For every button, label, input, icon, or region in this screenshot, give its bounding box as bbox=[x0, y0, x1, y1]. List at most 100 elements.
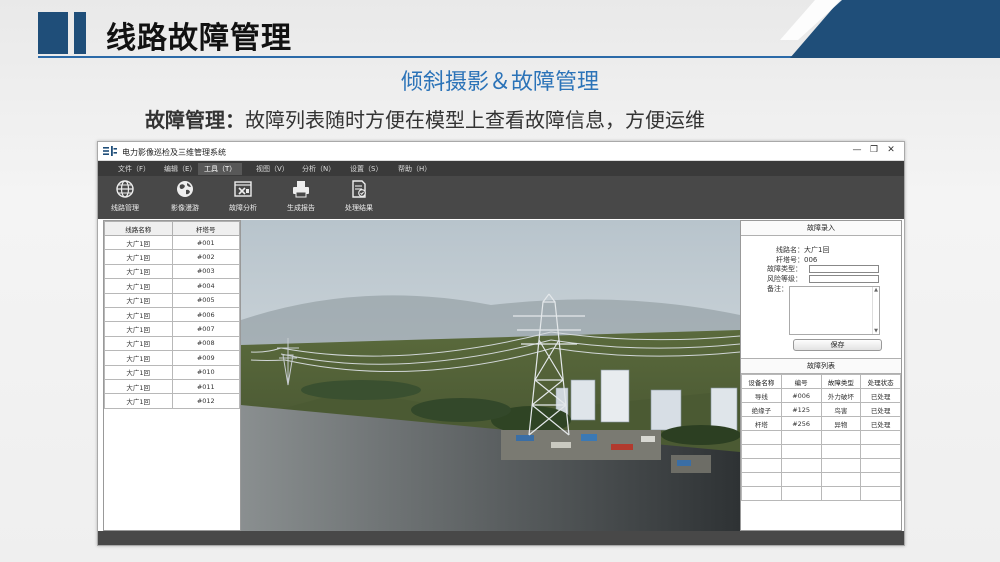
tower-no-cell: #001 bbox=[171, 234, 240, 251]
table-row[interactable] bbox=[741, 458, 901, 473]
line-name-cell: 大广1回 bbox=[104, 350, 173, 366]
status-cell: 已处理 bbox=[860, 388, 901, 403]
status-cell bbox=[860, 444, 901, 459]
menu-analysis[interactable]: 分析（N） bbox=[296, 163, 341, 175]
table-row[interactable]: 大广1回 #005 bbox=[104, 292, 240, 308]
column-header-device[interactable]: 设备名称 bbox=[741, 374, 782, 389]
3d-model-view[interactable] bbox=[241, 220, 740, 531]
fault-type-cell bbox=[820, 430, 862, 445]
table-row[interactable]: 大广1回 #001 bbox=[104, 234, 240, 251]
tower-no-cell: #003 bbox=[171, 263, 240, 280]
table-row[interactable]: 导线 #006 外力破坏 已处理 bbox=[741, 388, 901, 403]
number-cell: #256 bbox=[780, 416, 822, 431]
table-row[interactable]: 杆塔 #256 异物 已处理 bbox=[741, 416, 901, 431]
tower-no-label: 杆塔号： bbox=[776, 256, 804, 264]
line-name-cell: 大广1回 bbox=[104, 364, 173, 380]
menu-help[interactable]: 帮助（H） bbox=[392, 163, 437, 175]
table-row[interactable]: 大广1回 #002 bbox=[104, 249, 240, 265]
tower-no-cell: #009 bbox=[171, 350, 240, 366]
table-row[interactable]: 大广1回 #012 bbox=[104, 393, 240, 409]
column-header-number[interactable]: 编号 bbox=[780, 374, 822, 389]
column-header-tower-no[interactable]: 杆塔号 bbox=[171, 221, 240, 236]
scroll-up-icon[interactable]: ▲ bbox=[873, 287, 879, 293]
table-row[interactable]: 绝缘子 #125 鸟害 已处理 bbox=[741, 402, 901, 417]
tool-process-result[interactable]: 处理结果 bbox=[334, 179, 384, 213]
tool-label: 故障分析 bbox=[229, 204, 257, 212]
table-row[interactable]: 大广1回 #009 bbox=[104, 350, 240, 366]
slide-title: 线路故障管理 bbox=[106, 21, 292, 56]
fault-list-table: 设备名称 编号 故障类型 处理状态 导线 #006 外力破坏 已处理 绝缘子 #125 鸟… bbox=[741, 374, 901, 501]
table-row[interactable] bbox=[741, 430, 901, 445]
scroll-down-icon[interactable]: ▼ bbox=[873, 328, 879, 334]
minimize-button[interactable]: — bbox=[850, 145, 864, 155]
tool-label: 线路管理 bbox=[111, 204, 139, 212]
table-row[interactable]: 大广1回 #010 bbox=[104, 364, 240, 380]
table-row[interactable]: 大广1回 #004 bbox=[104, 278, 240, 294]
table-row[interactable] bbox=[741, 486, 901, 501]
printer-icon bbox=[293, 181, 309, 198]
tower-no-cell: #004 bbox=[171, 278, 240, 294]
line-name-cell: 大广1回 bbox=[104, 234, 173, 251]
tool-image-roam[interactable]: 影像漫游 bbox=[160, 179, 210, 213]
corner-decoration bbox=[780, 0, 1000, 58]
fault-panel: 故障录入 线路名：大广1回 杆塔号：006 故障类型： 风险等级： 备注： ▲ … bbox=[740, 220, 902, 531]
fault-entry-form: 线路名：大广1回 杆塔号：006 故障类型： 风险等级： 备注： ▲ ▼ 保存 bbox=[741, 236, 901, 359]
number-cell bbox=[780, 458, 822, 473]
line-name-cell: 大广1回 bbox=[104, 249, 173, 265]
table-row[interactable]: 大广1回 #003 bbox=[104, 263, 240, 280]
table-row[interactable] bbox=[741, 444, 901, 459]
risk-level-field[interactable] bbox=[809, 275, 879, 283]
number-cell bbox=[780, 430, 822, 445]
tool-generate-report[interactable]: 生成报告 bbox=[276, 179, 326, 213]
column-header-fault-type[interactable]: 故障类型 bbox=[820, 374, 862, 389]
menu-edit[interactable]: 编辑（E） bbox=[158, 163, 202, 175]
table-row[interactable]: 大广1回 #007 bbox=[104, 321, 240, 337]
device-cell bbox=[741, 458, 782, 473]
document-check-icon bbox=[352, 180, 366, 198]
status-bar bbox=[98, 531, 904, 545]
fault-type-cell bbox=[820, 444, 862, 459]
maximize-button[interactable]: ❐ bbox=[867, 145, 881, 155]
device-cell: 导线 bbox=[741, 388, 782, 403]
table-row[interactable] bbox=[741, 472, 901, 487]
table-row[interactable]: 大广1回 #006 bbox=[104, 306, 240, 323]
menu-view[interactable]: 视图（V） bbox=[250, 163, 295, 175]
tool-fault-analysis[interactable]: 故障分析 bbox=[218, 179, 268, 213]
app-window: 电力影像巡检及三维管理系统 — ❐ ✕ 文件（F） 编辑（E） 工具（T） 视图… bbox=[97, 141, 905, 546]
line-name-row: 线路名：大广1回 bbox=[776, 245, 829, 255]
device-cell bbox=[741, 444, 782, 459]
column-header-status[interactable]: 处理状态 bbox=[860, 374, 901, 389]
menu-file[interactable]: 文件（F） bbox=[112, 163, 156, 175]
line-tower-panel: 线路名称 杆塔号 大广1回 #001 大广1回 #002 大广1回 #003 大广1回… bbox=[103, 220, 241, 531]
column-header-line-name[interactable]: 线路名称 bbox=[104, 221, 173, 236]
close-button[interactable]: ✕ bbox=[884, 145, 898, 155]
device-cell bbox=[741, 472, 782, 487]
earth-roam-icon bbox=[177, 181, 193, 197]
status-cell bbox=[860, 458, 901, 473]
number-cell: #125 bbox=[780, 402, 822, 417]
table-row[interactable]: 大广1回 #011 bbox=[104, 378, 240, 395]
tool-label: 处理结果 bbox=[345, 204, 373, 212]
menu-tools[interactable]: 工具（T） bbox=[198, 163, 243, 175]
toolbar: 线路管理 影像漫游 故障分析 生成报告 处理结果 bbox=[98, 176, 904, 219]
status-cell: 已处理 bbox=[860, 416, 901, 431]
notes-label: 备注： bbox=[767, 285, 788, 293]
notes-scrollbar[interactable]: ▲ ▼ bbox=[872, 287, 879, 334]
save-button[interactable]: 保存 bbox=[793, 339, 882, 351]
line-name-cell: 大广1回 bbox=[104, 393, 173, 409]
line-name-cell: 大广1回 bbox=[104, 278, 173, 294]
tower-no-cell: #011 bbox=[171, 378, 240, 395]
device-cell: 杆塔 bbox=[741, 416, 782, 431]
tower-no-cell: #005 bbox=[171, 292, 240, 308]
number-cell bbox=[780, 472, 822, 487]
tool-line-management[interactable]: 线路管理 bbox=[100, 179, 150, 213]
table-row[interactable]: 大广1回 #008 bbox=[104, 335, 240, 352]
description-text: 故障列表随时方便在模型上查看故障信息，方便运维 bbox=[245, 108, 705, 132]
menu-settings[interactable]: 设置（S） bbox=[344, 163, 388, 175]
fault-type-field[interactable] bbox=[809, 265, 879, 273]
line-name-cell: 大广1回 bbox=[104, 378, 173, 395]
tool-label: 影像漫游 bbox=[171, 204, 199, 212]
notes-textarea[interactable]: ▲ ▼ bbox=[789, 286, 880, 335]
line-name-cell: 大广1回 bbox=[104, 321, 173, 337]
number-cell bbox=[780, 444, 822, 459]
